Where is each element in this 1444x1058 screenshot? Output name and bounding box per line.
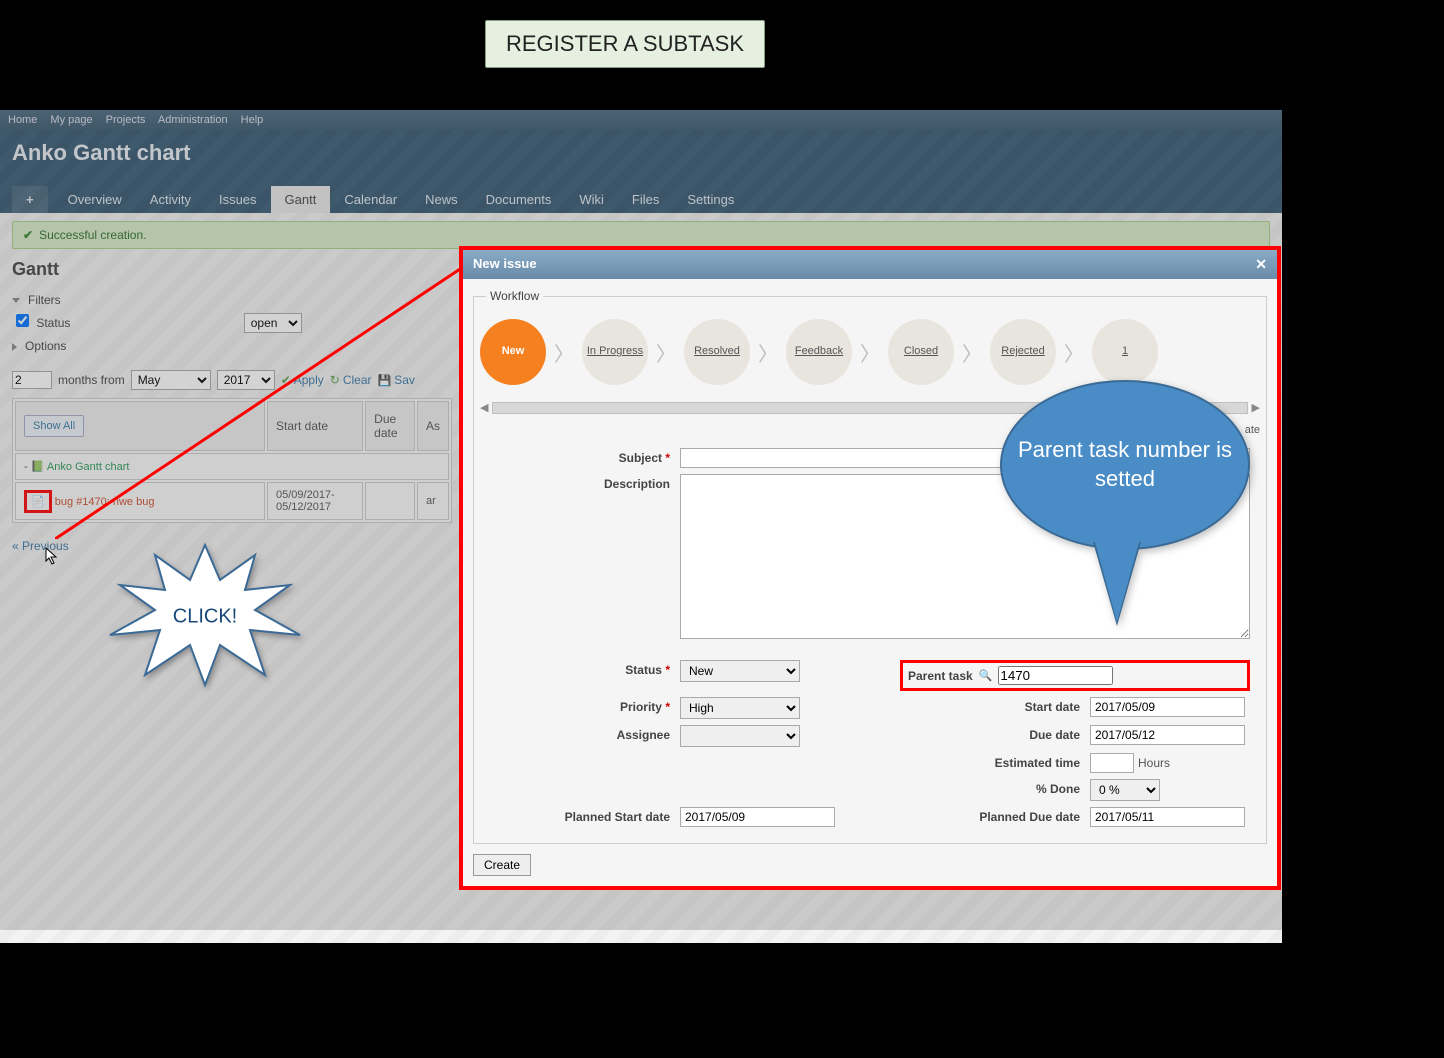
annotation-speech-bubble: Parent task number is setted (1000, 380, 1250, 550)
search-icon: 🔍 (979, 669, 993, 682)
tab-overview[interactable]: Overview (54, 186, 136, 213)
planned-due-input[interactable] (1090, 807, 1245, 827)
create-button[interactable]: Create (473, 854, 531, 876)
scroll-left-icon[interactable]: ◀ (480, 401, 488, 414)
year-select[interactable]: 2017 (217, 370, 275, 390)
previous-link[interactable]: « Previous (12, 539, 69, 553)
project-title: Anko Gantt chart (12, 140, 1270, 186)
planned-due-label: Planned Due date (900, 807, 1080, 824)
status-checkbox[interactable] (16, 314, 29, 327)
save-link[interactable]: Sav (378, 373, 415, 387)
chevron-right-icon: 〉 (962, 338, 982, 367)
priority-label: Priority * (490, 697, 670, 714)
flash-notice: Successful creation. (12, 221, 1270, 249)
workflow-fieldset: Workflow New 〉 In Progress 〉 Resolved 〉 … (473, 289, 1267, 844)
tab-files[interactable]: Files (618, 186, 673, 213)
pct-done-select[interactable]: 0 % (1090, 779, 1160, 801)
start-date-input[interactable] (1090, 697, 1245, 717)
due-date-input[interactable] (1090, 725, 1245, 745)
assignee-select[interactable] (680, 725, 800, 747)
chevron-right-icon: 〉 (860, 338, 880, 367)
tab-settings[interactable]: Settings (673, 186, 748, 213)
chevron-right-icon: 〉 (656, 338, 676, 367)
click-highlight-box: 📄 (24, 490, 52, 513)
col-start-date: Start date (267, 401, 363, 451)
start-date-label: Start date (900, 697, 1080, 714)
topbar-mypage[interactable]: My page (50, 114, 92, 126)
issue-dates: 05/09/2017- 05/12/2017 (267, 482, 363, 520)
tab-calendar[interactable]: Calendar (330, 186, 411, 213)
tabs: + Overview Activity Issues Gantt Calenda… (12, 186, 1270, 213)
workflow-legend: Workflow (486, 289, 543, 303)
planned-start-input[interactable] (680, 807, 835, 827)
status-label: Status (36, 316, 70, 330)
workflow-step-new[interactable]: New (480, 319, 546, 385)
parent-label: Parent task (908, 669, 973, 683)
pct-done-label: % Done (900, 779, 1080, 796)
workflow-step-feedback[interactable]: Feedback (786, 319, 852, 385)
month-select[interactable]: May (131, 370, 211, 390)
workflow-step-closed[interactable]: Closed (888, 319, 954, 385)
workflow-step-resolved[interactable]: Resolved (684, 319, 750, 385)
due-date-label: Due date (900, 725, 1080, 742)
estimated-label: Estimated time (900, 753, 1080, 770)
estimated-input[interactable] (1090, 753, 1134, 773)
project-link[interactable]: Anko Gantt chart (47, 461, 130, 473)
description-label: Description (490, 474, 670, 491)
workflow-step-1[interactable]: 1 (1092, 319, 1158, 385)
clear-link[interactable]: Clear (330, 373, 372, 387)
close-icon[interactable]: ✕ (1255, 256, 1267, 273)
col-assignee: As (417, 401, 449, 451)
hours-label: Hours (1138, 756, 1170, 770)
months-from-label: months from (58, 373, 125, 387)
chevron-right-icon: 〉 (554, 338, 574, 367)
annotation-click-burst: CLICK! (105, 540, 305, 693)
tab-activity[interactable]: Activity (136, 186, 205, 213)
dialog-header[interactable]: New issue ✕ (463, 250, 1277, 279)
col-due-date: Due date (365, 401, 415, 451)
topbar-help[interactable]: Help (241, 114, 264, 126)
tab-gantt[interactable]: Gantt (271, 186, 331, 213)
months-input[interactable] (12, 371, 52, 389)
workflow-step-rejected[interactable]: Rejected (990, 319, 1056, 385)
status-operator[interactable]: open (244, 313, 302, 333)
tab-news[interactable]: News (411, 186, 472, 213)
tab-issues[interactable]: Issues (205, 186, 271, 213)
issue-link[interactable]: bug #1470: nwe bug (55, 496, 155, 508)
planned-start-label: Planned Start date (490, 807, 670, 824)
topbar-projects[interactable]: Projects (106, 114, 146, 126)
apply-link[interactable]: Apply (281, 373, 324, 387)
tab-documents[interactable]: Documents (472, 186, 566, 213)
parent-task-input[interactable] (998, 666, 1113, 685)
topbar-administration[interactable]: Administration (158, 114, 228, 126)
assignee-label: Assignee (490, 725, 670, 742)
chevron-right-icon: 〉 (758, 338, 778, 367)
priority-select[interactable]: High (680, 697, 800, 719)
issue-assignee: ar (417, 482, 449, 520)
status-form-label: Status * (490, 660, 670, 677)
new-issue-dialog: New issue ✕ Workflow New 〉 In Progress 〉… (459, 246, 1281, 890)
show-all-button[interactable]: Show All (24, 415, 84, 437)
tab-plus[interactable]: + (12, 186, 48, 213)
subject-label: Subject * (490, 448, 670, 465)
dialog-title: New issue (473, 256, 537, 273)
workflow-step-inprogress[interactable]: In Progress (582, 319, 648, 385)
tab-wiki[interactable]: Wiki (565, 186, 618, 213)
header: Anko Gantt chart + Overview Activity Iss… (0, 130, 1282, 213)
topbar-home[interactable]: Home (8, 114, 37, 126)
status-select[interactable]: New (680, 660, 800, 682)
annotation-title-callout: REGISTER A SUBTASK (485, 20, 765, 68)
topbar: Home My page Projects Administration Hel… (0, 110, 1282, 130)
gantt-table: Show All Start date Due date As - 📗 Anko… (12, 398, 452, 523)
scroll-right-icon[interactable]: ▶ (1252, 401, 1260, 414)
chevron-right-icon: 〉 (1064, 338, 1084, 367)
